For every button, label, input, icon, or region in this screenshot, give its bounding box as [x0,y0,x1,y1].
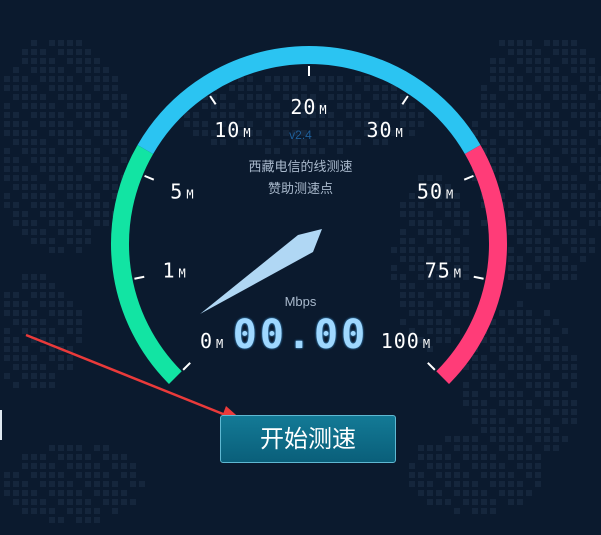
tick-unit: M [179,267,187,281]
gauge-tick-label: 1M [162,259,186,283]
tick-value: 20 [290,95,316,119]
start-test-button[interactable]: 开始测速 [220,415,396,463]
gauge-tick-mark [182,362,191,371]
speed-unit: Mbps [284,294,317,309]
gauge-tick-mark [401,95,409,105]
gauge-tick-mark [134,275,145,280]
tick-value: 75 [425,259,451,283]
sponsor-label: 赞助测速点 [267,181,333,196]
tick-unit: M [454,267,462,281]
tick-value: 1 [162,259,175,283]
speed-readout: 00.00 [232,312,369,358]
tick-unit: M [319,103,327,117]
server-name: 西藏电信的线测速 [248,159,353,174]
gauge-tick-mark [209,95,217,105]
version-label: v2.4 [289,128,312,142]
gauge-tick-label: 75 M [425,259,462,283]
gauge-tick-mark [427,362,436,371]
gauge-tick-label: 20 M [290,95,327,119]
left-panel-edge [0,410,2,440]
gauge-tick-mark [473,275,484,280]
